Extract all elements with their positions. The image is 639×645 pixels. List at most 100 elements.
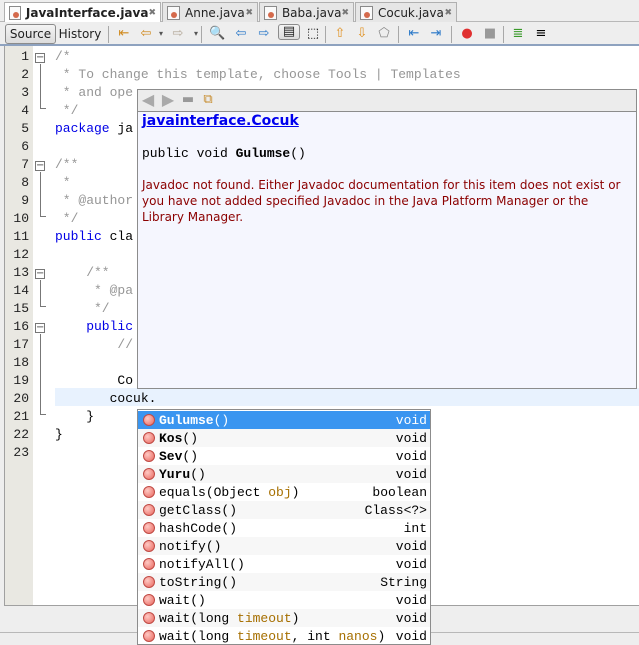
method-args: ) (377, 628, 386, 644)
line-number: 18 (13, 355, 29, 370)
back-icon[interactable]: ⇦ (138, 26, 154, 42)
java-file-icon (167, 5, 180, 20)
code-token: * and ope (55, 85, 134, 100)
completion-item[interactable]: wait (long timeout) void (138, 609, 430, 627)
next-bookmark-icon[interactable]: ⇩ (354, 26, 370, 42)
completion-item[interactable]: Gulumse() void (138, 411, 430, 429)
java-file-icon (264, 5, 277, 20)
find-selection-icon[interactable]: ⬚ (305, 26, 321, 42)
tab-javainterface[interactable]: JavaInterface.java ✖ (4, 2, 161, 22)
method-icon (143, 612, 155, 624)
code-line: /** (55, 264, 110, 282)
method-name: notify (159, 538, 206, 554)
uncomment-icon[interactable]: ≡ (533, 26, 549, 42)
code-line: public cla (55, 228, 133, 246)
method-name: wait (159, 592, 191, 608)
previous-bookmark-icon[interactable]: ⇧ (332, 26, 348, 42)
completion-item[interactable]: notify() void (138, 537, 430, 555)
code-completion-list[interactable]: Gulumse() void Kos() void Sev() void Yuru() voi… (137, 409, 431, 645)
toggle-bookmark-icon[interactable]: ⬠ (376, 26, 392, 42)
completion-item[interactable]: equals (Object obj) boolean (138, 483, 430, 501)
fold-toggle-icon[interactable]: − (35, 161, 45, 171)
back-arrow-icon[interactable]: ◀ (140, 92, 156, 108)
forward-icon[interactable]: ⇨ (170, 26, 186, 42)
completion-item[interactable]: wait() void (138, 591, 430, 609)
goto-source-icon[interactable]: ⧉ (200, 92, 216, 108)
method-args: () (182, 448, 199, 464)
tab-baba[interactable]: Baba.java ✖ (259, 2, 354, 22)
find-icon[interactable]: 🔍 (209, 26, 225, 42)
method-name: Sev (159, 448, 183, 464)
tab-label: JavaInterface.java (25, 5, 149, 20)
tab-cocuk[interactable]: Cocuk.java ✖ (355, 2, 457, 22)
find-previous-icon[interactable]: ⇦ (233, 26, 249, 42)
signature-name: Gulumse (235, 146, 291, 161)
tab-label: Baba.java (281, 5, 342, 20)
line-number: 17 (13, 337, 29, 352)
completion-item[interactable]: getClass() Class<?> (138, 501, 430, 519)
close-tab-icon[interactable]: ✖ (341, 8, 349, 18)
line-number: 23 (13, 445, 29, 460)
fold-toggle-icon[interactable]: − (35, 53, 45, 63)
code-line: * @pa (55, 282, 133, 300)
code-line: public (55, 318, 133, 336)
code-token: package (55, 121, 110, 136)
completion-item[interactable]: Sev() void (138, 447, 430, 465)
return-type: void (395, 556, 427, 572)
history-button[interactable]: History (58, 24, 102, 44)
return-type: void (395, 538, 427, 554)
stop-macro-icon[interactable]: ■ (482, 26, 498, 42)
shift-right-icon[interactable]: ⇥ (428, 26, 444, 42)
back-dropdown-icon[interactable]: ▾ (153, 26, 169, 42)
return-type: void (395, 412, 427, 428)
method-args: () (213, 412, 230, 428)
code-token: /** (55, 265, 110, 280)
completion-item[interactable]: notifyAll() void (138, 555, 430, 573)
method-icon (143, 594, 155, 606)
method-name: Yuru (159, 466, 191, 482)
method-icon (143, 432, 155, 444)
method-name: getClass (159, 502, 222, 518)
toggle-highlight-icon[interactable]: ▤ (278, 24, 300, 40)
line-number: 2 (21, 67, 29, 82)
tab-label: Anne.java (185, 5, 245, 20)
class-link[interactable]: javainterface.Cocuk (142, 113, 299, 129)
return-type: boolean (372, 484, 427, 500)
method-icon (143, 504, 155, 516)
forward-arrow-icon[interactable]: ▶ (160, 92, 176, 108)
method-icon (143, 558, 155, 570)
completion-item[interactable]: Yuru() void (138, 465, 430, 483)
method-icon (143, 540, 155, 552)
method-args: ) (291, 610, 300, 626)
close-tab-icon[interactable]: ✖ (444, 8, 452, 18)
line-number-gutter: 1 2 3 4 5 6 7 8 9 10 11 12 13 14 15 16 17 18 19 20 21 22 23 (5, 46, 33, 605)
method-icon (143, 486, 155, 498)
close-tab-icon[interactable]: ✖ (245, 8, 253, 18)
start-macro-icon[interactable]: ● (459, 26, 475, 42)
method-icon (143, 414, 155, 426)
comment-icon[interactable]: ≣ (510, 26, 526, 42)
completion-item[interactable]: hashCode() int (138, 519, 430, 537)
completion-item[interactable]: wait (long timeout, int nanos) void (138, 627, 430, 645)
tab-anne[interactable]: Anne.java ✖ (162, 2, 258, 22)
completion-item[interactable]: Kos() void (138, 429, 430, 447)
source-button[interactable]: Source (5, 24, 56, 44)
close-tab-icon[interactable]: ✖ (148, 8, 156, 18)
fold-toggle-icon[interactable]: − (35, 269, 45, 279)
code-token: ja (109, 121, 134, 136)
return-type: int (403, 520, 427, 536)
code-token: cocuk. (55, 391, 157, 406)
find-next-icon[interactable]: ⇨ (256, 26, 272, 42)
param-name: obj (268, 484, 292, 500)
completion-item[interactable]: toString() String (138, 573, 430, 591)
shift-left-icon[interactable]: ⇤ (406, 26, 422, 42)
code-line: package ja (55, 120, 133, 138)
open-in-browser-icon[interactable]: ▬ (180, 92, 196, 108)
fold-toggle-icon[interactable]: − (35, 323, 45, 333)
last-edit-icon[interactable]: ⇤ (116, 26, 132, 42)
method-name: Gulumse (159, 412, 214, 428)
return-type: void (395, 430, 427, 446)
code-line: * and ope (55, 84, 133, 102)
line-number: 10 (13, 211, 29, 226)
code-line: } (55, 408, 94, 426)
